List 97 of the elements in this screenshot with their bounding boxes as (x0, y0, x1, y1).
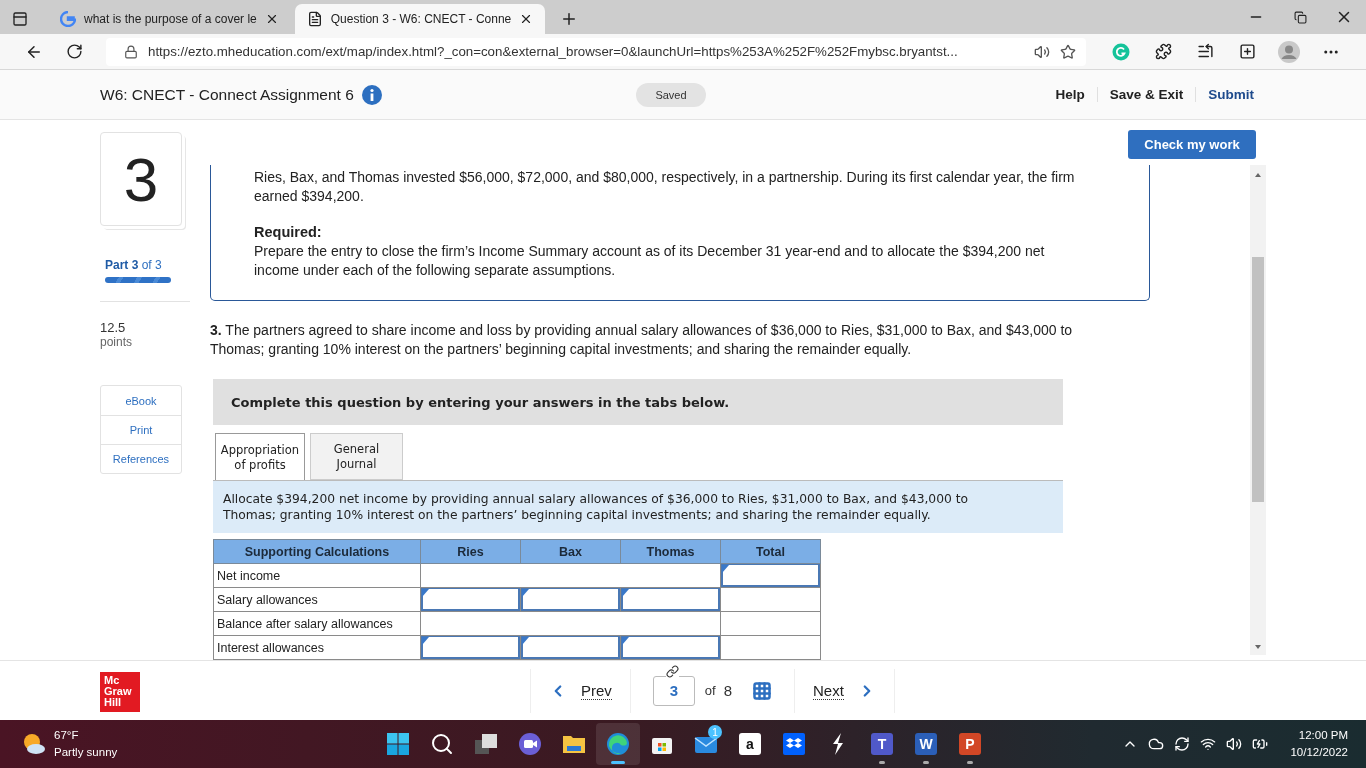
folder-icon[interactable] (562, 734, 586, 754)
publisher-logo: Mc Graw Hill (100, 672, 140, 712)
running-indicator (611, 761, 625, 764)
tab-actions-icon[interactable] (12, 11, 28, 27)
amount-field[interactable] (421, 588, 520, 611)
temperature: 67°F (54, 728, 80, 743)
volume-icon[interactable] (1226, 736, 1243, 752)
google-icon (60, 11, 76, 27)
add-favorite-icon[interactable] (1060, 43, 1076, 60)
teams-icon[interactable]: T (871, 733, 893, 755)
amount-field[interactable] (521, 636, 620, 659)
points-value: 12.5 (100, 320, 127, 335)
amazon-icon[interactable]: a (739, 733, 761, 755)
windows-start-icon[interactable] (386, 732, 410, 756)
resource-link[interactable]: Print (101, 415, 181, 444)
cloud-icon[interactable] (1148, 736, 1165, 752)
browser-tab[interactable]: Question 3 - W6: CNECT - Conne (294, 4, 546, 34)
collections-icon[interactable] (1238, 43, 1256, 60)
mail-icon[interactable] (694, 734, 718, 754)
extensions-icon[interactable] (1154, 43, 1172, 60)
corner-flag-icon (722, 565, 729, 573)
header-link[interactable]: Save & Exit (1096, 87, 1196, 102)
refresh-icon[interactable] (65, 43, 83, 60)
of-label: of (704, 683, 716, 698)
column-header: Ries (420, 539, 521, 564)
required-label: Required: (254, 223, 323, 242)
video-chat-icon[interactable] (518, 732, 542, 756)
part-indicator: Part 3 of 3 (105, 258, 163, 272)
scrollbar[interactable] (1250, 165, 1266, 655)
header-link[interactable]: Submit (1195, 87, 1254, 102)
corner-flag-icon (622, 637, 629, 645)
weather-condition: Partly sunny (54, 745, 118, 760)
restore-icon[interactable] (1293, 10, 1307, 24)
points-label: points (100, 335, 134, 349)
task-view-icon[interactable] (474, 733, 498, 755)
column-header: Bax (520, 539, 621, 564)
column-header: Total (720, 539, 821, 564)
scroll-up-icon[interactable] (1255, 173, 1261, 177)
amount-field[interactable] (521, 588, 620, 611)
lock-icon (124, 44, 138, 59)
running-indicator (923, 761, 929, 764)
page-icon (306, 11, 323, 27)
corner-flag-icon (522, 637, 529, 645)
assignment-title: W6: CNECT - Connect Assignment 6 (100, 85, 354, 104)
row-label: Salary allowances (213, 587, 421, 612)
profile-avatar[interactable] (1278, 40, 1300, 63)
link-icon (665, 664, 679, 678)
amount-field[interactable] (721, 564, 820, 587)
corner-flag-icon (522, 589, 529, 597)
word-icon[interactable]: W (915, 733, 937, 755)
row-label: Interest allowances (213, 635, 421, 660)
partly-sunny-icon (22, 733, 46, 755)
clock-time[interactable]: 12:00 PM (1298, 727, 1348, 744)
required-text: Prepare the entry to close the firm’s Income Summary account as of its December 31 year-end and to allocate the $394,200 net income under each of the following separate assumptions. (254, 242, 1046, 280)
row-label: Balance after salary allowances (213, 611, 421, 636)
address-field[interactable]: https://ezto.mheducation.com/ext/map/index.html?_con=con&external_browser=0&launchUrl=https%253A%252F%252Fmybsc.bryantst... (106, 37, 1086, 66)
amount-field[interactable] (621, 636, 720, 659)
corner-flag-icon (622, 589, 629, 597)
battery-icon[interactable] (1252, 736, 1269, 752)
header-link[interactable]: Help (1043, 87, 1097, 102)
favorites-icon[interactable] (1196, 43, 1214, 60)
column-header: Thomas (620, 539, 721, 564)
question-text: 3. The partners agreed to share income and loss by providing annual salary allowances of $36,000 to Ries, $31,000 to Bax, and $43,000 to Thomas; granting 10% interest on the partners’ beginning capital investments; and sharing the remainder equally. (210, 321, 1074, 359)
search-icon[interactable] (430, 732, 454, 756)
task-description: Allocate $394,200 net income by providing annual salary allowances of $36,000 to Ries, $31,000 to Bax, and $43,000 to Thomas; granting 10% interest on the partners’ beginning capital investments; and sharing the remainder equally. (213, 480, 1063, 533)
amount-field[interactable] (621, 588, 720, 611)
running-indicator (967, 761, 973, 764)
browser-tab[interactable]: what is the purpose of a cover le (48, 4, 291, 34)
row-label: Net income (213, 563, 421, 588)
sync-icon[interactable] (1174, 736, 1191, 752)
column-header: Supporting Calculations (213, 539, 421, 564)
wifi-icon[interactable] (1200, 736, 1217, 752)
bolt-icon[interactable] (830, 732, 846, 756)
grid-icon[interactable] (752, 680, 773, 701)
problem-text: Ries, Bax, and Thomas invested $56,000, $72,000, and $80,000, respectively, in a partnership. During its first calendar year, the firm earned $394,200. (254, 168, 1076, 206)
read-aloud-icon[interactable] (1034, 43, 1050, 60)
powerpoint-icon[interactable]: P (959, 733, 981, 755)
resource-link[interactable]: References (101, 444, 181, 473)
page-total: 8 (723, 682, 733, 699)
browser-icon[interactable] (606, 732, 630, 756)
dropbox-icon[interactable] (782, 732, 806, 756)
running-indicator (879, 761, 885, 764)
notification-badge: 1 (708, 725, 722, 739)
instruction-banner: Complete this question by entering your answers in the tabs below. (213, 379, 1063, 425)
amount-field[interactable] (421, 636, 520, 659)
answer-tab[interactable]: General Journal (310, 433, 403, 480)
corner-flag-icon (422, 637, 429, 645)
prev-link[interactable]: Prev (530, 668, 631, 713)
scroll-down-icon[interactable] (1255, 645, 1261, 649)
clock-date[interactable]: 10/12/2022 (1290, 744, 1348, 761)
resource-link[interactable]: eBook (101, 386, 181, 415)
info-icon[interactable] (361, 84, 382, 105)
corner-flag-icon (422, 589, 429, 597)
answer-tab[interactable]: Appropriation of profits (215, 433, 305, 481)
saved-status: Saved (636, 83, 706, 107)
next-link[interactable]: Next (794, 668, 895, 713)
check-my-work-button[interactable]: Check my work (1128, 130, 1256, 159)
